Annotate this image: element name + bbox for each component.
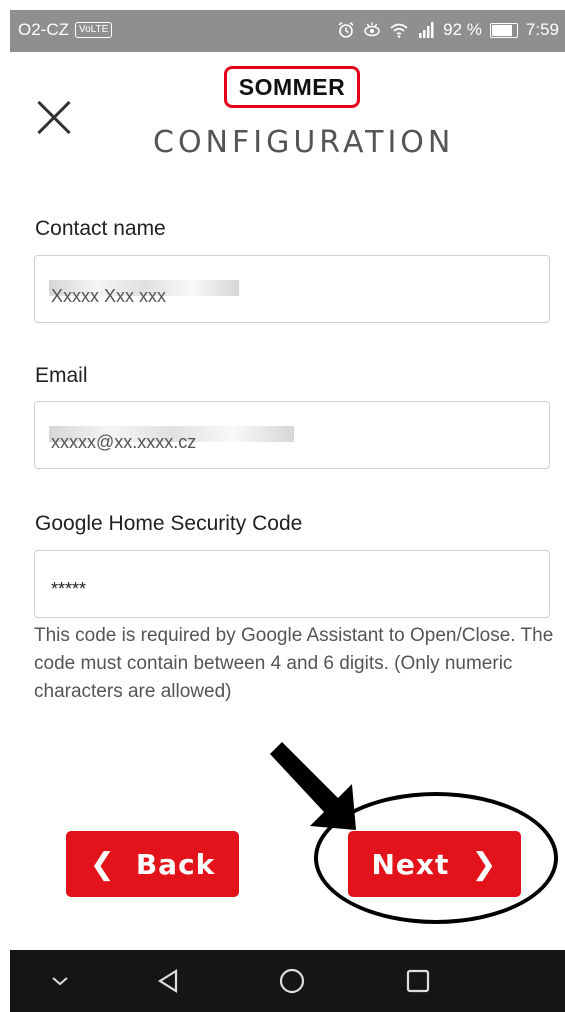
volte-badge: VoLTE <box>75 22 113 38</box>
security-code-value: ***** <box>51 579 87 599</box>
security-code-field[interactable]: ***** <box>34 550 550 618</box>
status-bar-right: 92 % 7:59 <box>337 20 559 40</box>
battery-icon <box>489 22 518 38</box>
recents-square-icon[interactable] <box>388 950 448 1012</box>
status-bar: O2-CZ VoLTE 92 % 7:59 <box>10 10 565 52</box>
home-circle-icon[interactable] <box>262 950 322 1012</box>
next-button-label: Next <box>371 847 450 881</box>
eye-comfort-icon <box>364 22 380 37</box>
back-button-label: Back <box>135 847 216 881</box>
contact-name-field[interactable]: Xxxxx Xxx xxx <box>34 255 550 323</box>
clock: 7:59 <box>525 20 559 39</box>
status-bar-left: O2-CZ VoLTE <box>18 20 113 40</box>
carrier-label: O2-CZ <box>18 20 69 39</box>
security-code-help-text: This code is required by Google Assistan… <box>34 625 554 702</box>
system-nav-bar <box>10 950 565 1012</box>
email-value: xxxxx@xx.xxxx.cz <box>51 432 197 452</box>
next-button[interactable]: Next ❯ <box>348 831 521 897</box>
pointer-arrow-icon <box>270 742 356 830</box>
sommer-logo: SOMMER <box>224 66 360 108</box>
security-code-label: Google Home Security Code <box>35 512 303 535</box>
chevron-right-icon: ❯ <box>471 846 498 882</box>
wifi-icon <box>390 23 408 38</box>
logo-text: SOMMER <box>238 74 346 100</box>
contact-name-value: Xxxxx Xxx xxx <box>51 286 167 306</box>
close-icon[interactable] <box>36 100 72 136</box>
battery-percent: 92 % <box>443 20 482 39</box>
app-screen: O2-CZ VoLTE 92 % 7:59 SOMMER CONFIGURATI… <box>10 10 565 1012</box>
page-title: CONFIGURATION <box>153 125 455 160</box>
contact-name-label: Contact name <box>35 217 166 240</box>
signal-icon <box>419 22 434 38</box>
email-field[interactable]: xxxxx@xx.xxxx.cz <box>34 401 550 469</box>
back-button[interactable]: ❮ Back <box>66 831 239 897</box>
collapse-icon[interactable] <box>30 950 90 1012</box>
back-triangle-icon[interactable] <box>138 950 198 1012</box>
email-label: Email <box>35 364 88 387</box>
alarm-icon <box>338 21 354 38</box>
chevron-left-icon: ❮ <box>89 846 116 882</box>
